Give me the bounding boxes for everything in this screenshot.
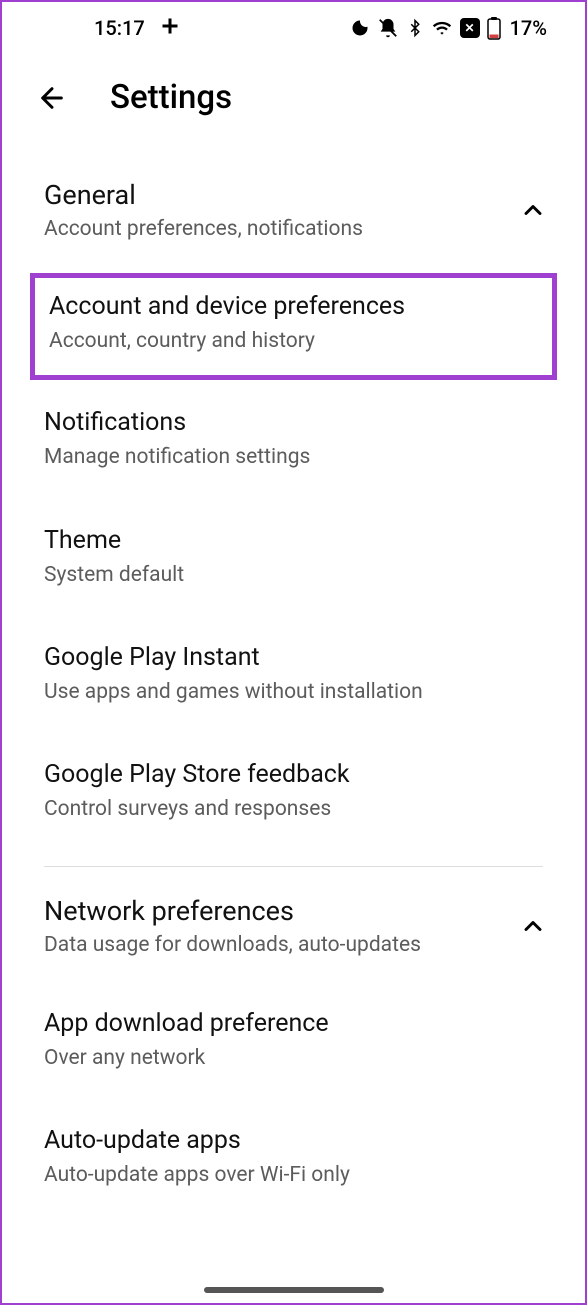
status-bar: 15:17 ✕ 17% (2, 2, 585, 50)
section-network-subtitle: Data usage for downloads, auto-updates (44, 933, 519, 957)
wifi-icon (431, 18, 453, 38)
item-title: Auto-update apps (44, 1126, 543, 1155)
item-title: Google Play Store feedback (44, 760, 543, 789)
item-subtitle: Control surveys and responses (44, 795, 543, 823)
page-title: Settings (110, 78, 232, 117)
item-title: Theme (44, 526, 543, 555)
navigation-handle[interactable] (204, 1287, 384, 1293)
status-right: ✕ 17% (350, 16, 547, 40)
item-title: Account and device preferences (49, 292, 538, 321)
notifications-off-icon (377, 17, 399, 39)
item-notifications[interactable]: Notifications Manage notification settin… (2, 384, 585, 501)
header: Settings (2, 50, 585, 137)
section-network-preferences[interactable]: Network preferences Data usage for downl… (2, 867, 585, 985)
item-theme[interactable]: Theme System default (2, 502, 585, 619)
status-left: 15:17 (94, 16, 179, 40)
section-general-subtitle: Account preferences, notifications (44, 217, 519, 241)
bluetooth-icon (406, 17, 424, 39)
item-subtitle: Manage notification settings (44, 443, 543, 471)
item-auto-update-apps[interactable]: Auto-update apps Auto-update apps over W… (2, 1102, 585, 1219)
item-subtitle: Account, country and history (49, 327, 538, 355)
error-indicator-icon: ✕ (460, 18, 480, 38)
battery-icon (487, 16, 501, 40)
chevron-up-icon (519, 912, 547, 940)
item-google-play-instant[interactable]: Google Play Instant Use apps and games w… (2, 619, 585, 736)
section-general[interactable]: General Account preferences, notificatio… (2, 151, 585, 269)
item-subtitle: Over any network (44, 1044, 543, 1072)
status-time: 15:17 (94, 16, 145, 40)
slack-icon (161, 17, 179, 40)
item-subtitle: Auto-update apps over Wi-Fi only (44, 1161, 543, 1189)
item-account-device-preferences[interactable]: Account and device preferences Account, … (30, 273, 557, 380)
item-title: Notifications (44, 408, 543, 437)
back-button[interactable] (36, 82, 68, 114)
battery-percentage: 17% (510, 16, 547, 40)
section-network-title: Network preferences (44, 895, 519, 927)
section-general-title: General (44, 179, 519, 211)
item-title: Google Play Instant (44, 643, 543, 672)
item-subtitle: System default (44, 561, 543, 589)
dnd-moon-icon (350, 18, 370, 38)
settings-content: General Account preferences, notificatio… (2, 137, 585, 1219)
item-subtitle: Use apps and games without installation (44, 678, 543, 706)
item-play-store-feedback[interactable]: Google Play Store feedback Control surve… (2, 736, 585, 853)
item-title: App download preference (44, 1009, 543, 1038)
item-app-download-preference[interactable]: App download preference Over any network (2, 985, 585, 1102)
chevron-up-icon (519, 196, 547, 224)
